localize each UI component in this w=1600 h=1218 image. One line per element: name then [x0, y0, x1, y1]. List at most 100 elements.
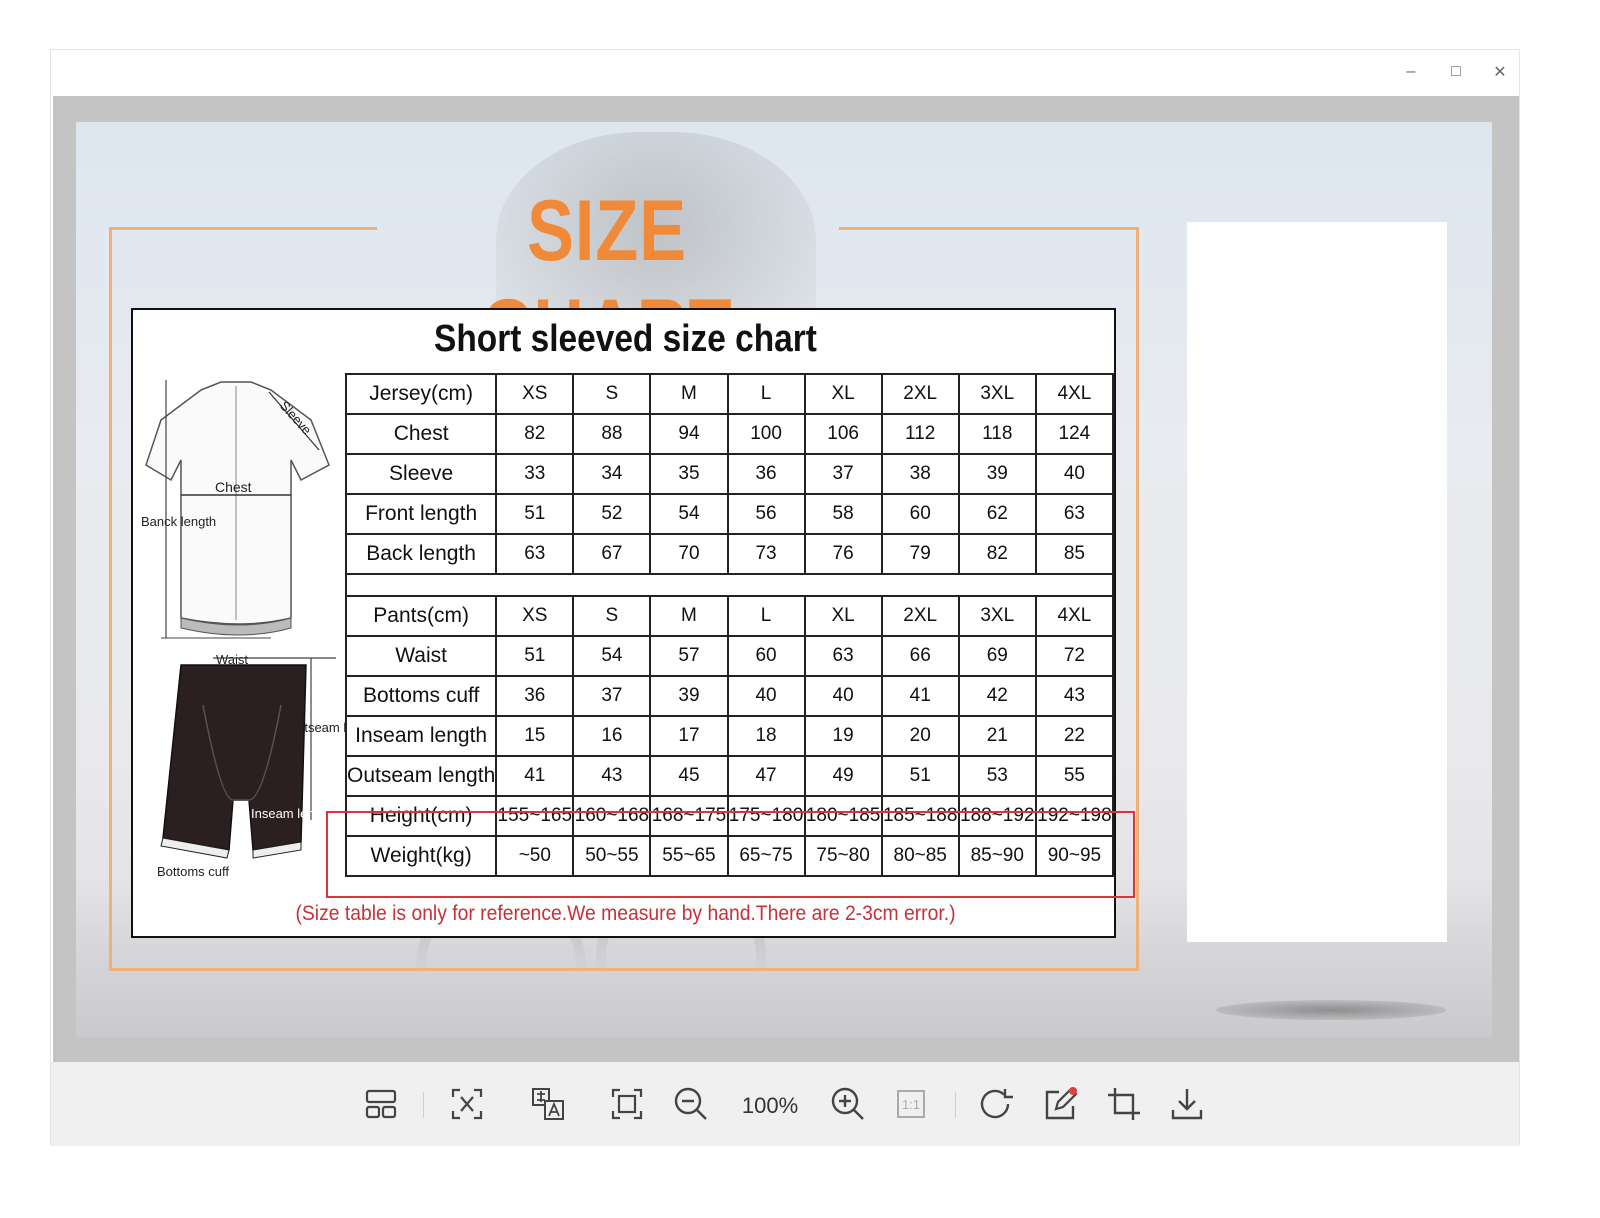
- size-table: Jersey(cm) XS S M L XL 2XL 3XL 4XL Chest: [344, 373, 1115, 877]
- zoom-level[interactable]: 100%: [735, 1093, 805, 1119]
- table-cell: 40: [803, 675, 883, 717]
- table-cell: 19: [803, 715, 883, 757]
- viewer-toolbar: 100% 1:1: [51, 1062, 1519, 1146]
- edit-icon: [1045, 1087, 1078, 1120]
- table-cell: 18: [726, 715, 806, 757]
- actual-size-label: 1:1: [901, 1096, 921, 1112]
- extract-text-button[interactable]: [447, 1084, 487, 1124]
- close-button[interactable]: ✕: [1485, 58, 1515, 86]
- table-row: Back length 63 67 70 73 76 79 82 85: [344, 533, 1115, 575]
- table-cell: 51: [495, 493, 575, 535]
- back-length-label: Banck length: [141, 514, 216, 529]
- table-cell: 37: [572, 675, 652, 717]
- chest-label: Chest: [215, 479, 252, 495]
- crop-icon: [1108, 1088, 1140, 1120]
- table-cell: 20: [880, 715, 960, 757]
- table-cell: Sleeve: [344, 453, 498, 495]
- table-cell: Pants(cm): [344, 595, 498, 637]
- table-cell: 15: [495, 715, 575, 757]
- fit-screen-icon: [611, 1088, 643, 1120]
- layout-button[interactable]: [361, 1084, 401, 1124]
- height-weight-highlight: [326, 811, 1135, 898]
- table-cell: 40: [726, 675, 806, 717]
- translate-button[interactable]: [528, 1084, 568, 1124]
- table-cell: 60: [726, 635, 806, 677]
- actual-size-button[interactable]: 1:1: [891, 1084, 931, 1124]
- size-note: (Size table is only for reference.We mea…: [295, 902, 956, 925]
- table-separator-row: [345, 573, 1114, 597]
- download-button[interactable]: [1167, 1084, 1207, 1124]
- table-cell: 112: [880, 413, 960, 455]
- table-cell: 66: [880, 635, 960, 677]
- toolbar-divider: [955, 1092, 956, 1118]
- table-cell: Jersey(cm): [344, 373, 498, 415]
- table-cell: 54: [649, 493, 729, 535]
- zoom-in-button[interactable]: [828, 1084, 868, 1124]
- table-cell: 79: [880, 533, 960, 575]
- table-cell: 37: [803, 453, 883, 495]
- table-cell: 4XL: [1034, 373, 1115, 415]
- table-cell: 3XL: [957, 373, 1037, 415]
- table-cell: 56: [726, 493, 806, 535]
- minimize-button[interactable]: –: [1396, 58, 1426, 86]
- table-cell: 62: [957, 493, 1037, 535]
- minimize-icon: –: [1406, 63, 1416, 80]
- table-cell: M: [649, 373, 729, 415]
- maximize-button[interactable]: □: [1441, 58, 1471, 86]
- table-cell: 33: [495, 453, 575, 495]
- table-cell: 82: [957, 533, 1037, 575]
- rotate-icon: [980, 1089, 1013, 1119]
- table-cell: 41: [495, 755, 575, 797]
- table-row: Inseam length 15 16 17 18 19 20 21 22: [344, 715, 1115, 757]
- close-icon: ✕: [1493, 64, 1507, 81]
- table-cell: 34: [572, 453, 652, 495]
- table-row: Front length 51 52 54 56 58 60 62 63: [344, 493, 1115, 535]
- table-header-row: Jersey(cm) XS S M L XL 2XL 3XL 4XL: [344, 373, 1115, 415]
- table-cell: 22: [1034, 715, 1115, 757]
- zoom-out-button[interactable]: [671, 1084, 711, 1124]
- chart-title: Short sleeved size chart: [434, 318, 817, 360]
- image-view-area[interactable]: SIZE CHART Short sleeved size chart: [53, 96, 1519, 1062]
- table-cell: Waist: [344, 635, 498, 677]
- table-cell: 70: [649, 533, 729, 575]
- table-cell: S: [572, 373, 652, 415]
- table-cell: [345, 573, 1114, 597]
- table-row: Chest 82 88 94 100 106 112 118 124: [344, 413, 1115, 455]
- table-cell: XS: [495, 595, 575, 637]
- table-cell: 39: [649, 675, 729, 717]
- outseam-label: Outseam length: [287, 720, 346, 735]
- table-row: Sleeve 33 34 35 36 37 38 39 40: [344, 453, 1115, 495]
- table-cell: 2XL: [880, 595, 960, 637]
- table-cell: 85: [1034, 533, 1115, 575]
- table-cell: 53: [957, 755, 1037, 797]
- table-cell: 21: [957, 715, 1037, 757]
- table-cell: 69: [957, 635, 1037, 677]
- crop-button[interactable]: [1104, 1084, 1144, 1124]
- table-cell: 73: [726, 533, 806, 575]
- edit-button[interactable]: [1041, 1084, 1081, 1124]
- table-cell: 47: [726, 755, 806, 797]
- translate-icon: [532, 1088, 564, 1120]
- table-cell: 60: [880, 493, 960, 535]
- fit-screen-button[interactable]: [607, 1084, 647, 1124]
- table-cell: 36: [726, 453, 806, 495]
- extract-text-icon: [451, 1088, 483, 1120]
- table-cell: 36: [495, 675, 575, 717]
- rotate-button[interactable]: [977, 1084, 1017, 1124]
- table-cell: Front length: [344, 493, 498, 535]
- table-cell: 118: [957, 413, 1037, 455]
- shorts-drawing: [160, 657, 336, 859]
- table-cell: 106: [803, 413, 883, 455]
- table-cell: 42: [957, 675, 1037, 717]
- table-cell: 35: [649, 453, 729, 495]
- table-cell: 63: [495, 533, 575, 575]
- table-cell: 63: [1034, 493, 1115, 535]
- table-cell: 72: [1034, 635, 1115, 677]
- table-cell: 57: [649, 635, 729, 677]
- table-cell: 41: [880, 675, 960, 717]
- table-cell: 54: [572, 635, 652, 677]
- table-cell: Bottoms cuff: [344, 675, 498, 717]
- table-cell: L: [726, 595, 806, 637]
- table-cell: 40: [1034, 453, 1115, 495]
- table-cell: Inseam length: [344, 715, 498, 757]
